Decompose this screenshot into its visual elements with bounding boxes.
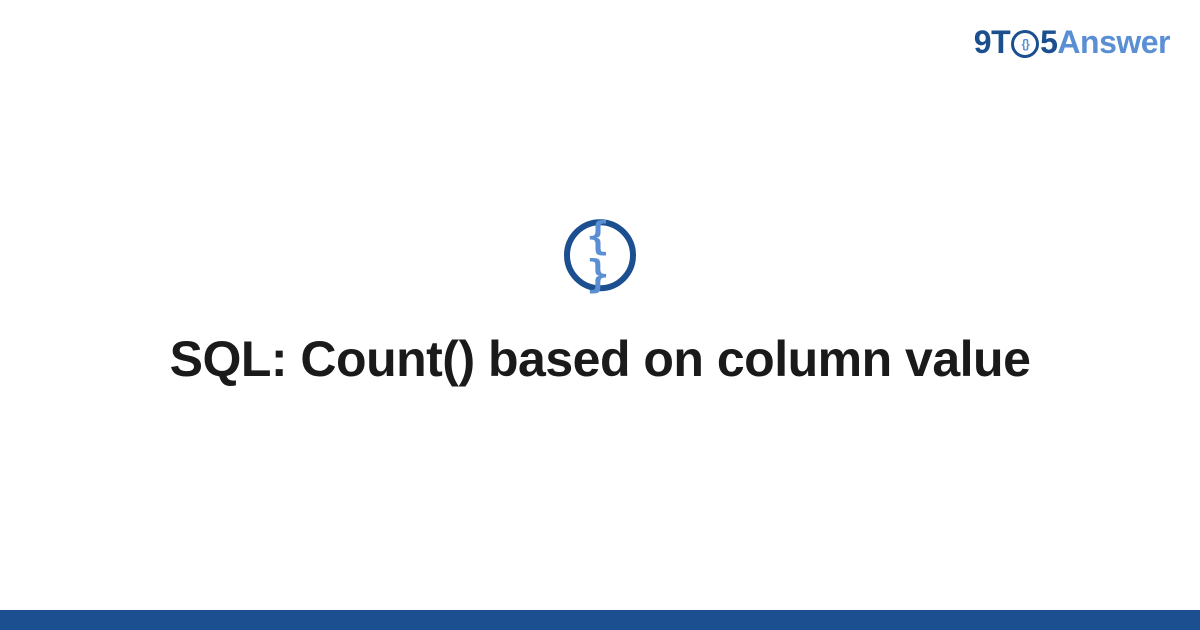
logo-text-5: 5 xyxy=(1040,24,1057,61)
page-title: SQL: Count() based on column value xyxy=(0,329,1200,390)
logo-text-answer: Answer xyxy=(1057,24,1170,61)
code-braces-icon: { } xyxy=(564,219,636,291)
footer-accent-bar xyxy=(0,610,1200,630)
site-logo[interactable]: 9T {} 5 Answer xyxy=(974,24,1170,61)
logo-text-9t: 9T xyxy=(974,24,1010,61)
main-content: { } SQL: Count() based on column value xyxy=(0,219,1200,390)
braces-glyph: { } xyxy=(570,217,630,293)
logo-braces-mini: {} xyxy=(1021,38,1028,50)
logo-circle-icon: {} xyxy=(1011,30,1039,58)
